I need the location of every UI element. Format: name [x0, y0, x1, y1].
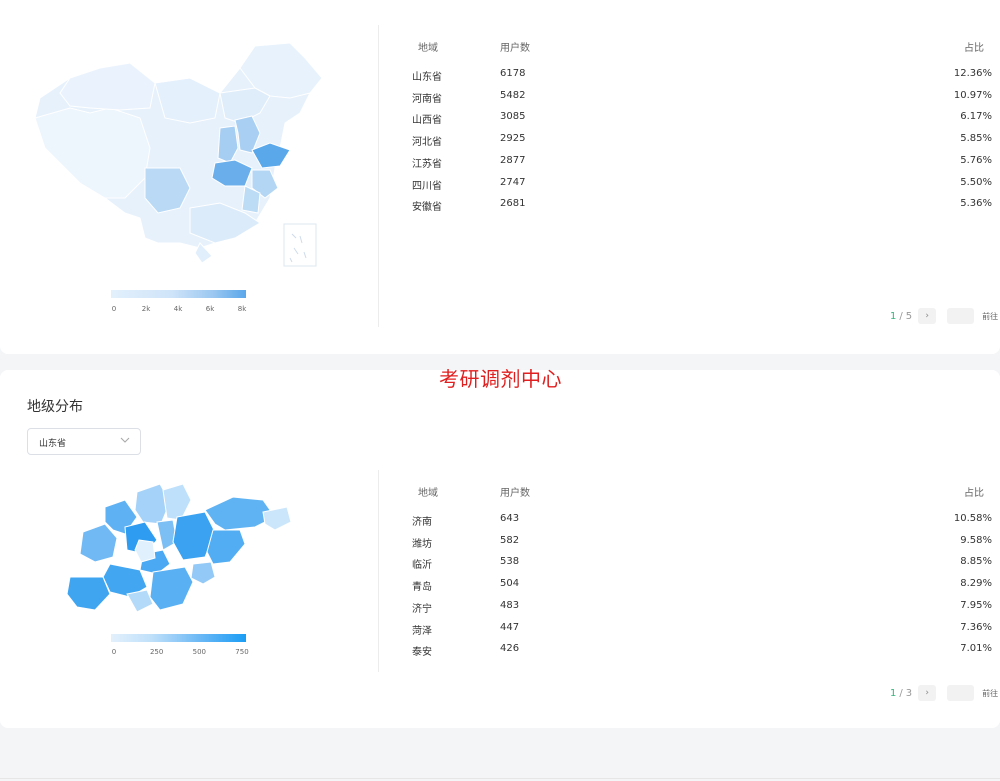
- row-users: 2925: [500, 133, 526, 145]
- row-region: 山东省: [412, 72, 442, 83]
- footer-divider: [0, 778, 1000, 779]
- watermark: 考研调剂中心: [439, 367, 562, 391]
- china-map[interactable]: [30, 38, 330, 270]
- city-pagination: 1 / 3 › 前往: [890, 685, 998, 701]
- chevron-right-icon: ›: [925, 688, 929, 698]
- table-row[interactable]: 安徽省 2681 5.36%: [412, 193, 992, 215]
- jump-label[interactable]: 前往: [982, 688, 998, 699]
- row-ratio: 8.85%: [960, 556, 992, 568]
- map-table-divider: [378, 25, 379, 327]
- table-row[interactable]: 山东省 6178 12.36%: [412, 63, 992, 85]
- table-row[interactable]: 济宁 483 7.95%: [412, 595, 992, 617]
- column-users: 用户数: [500, 488, 530, 499]
- table-row[interactable]: 河南省 5482 10.97%: [412, 85, 992, 107]
- column-ratio: 占比: [964, 488, 984, 499]
- table-header: 地域 用户数 占比: [412, 35, 992, 55]
- chevron-down-icon: [120, 433, 132, 447]
- page-jump-input[interactable]: [947, 685, 975, 701]
- row-users: 426: [500, 643, 520, 655]
- table-row[interactable]: 泰安 426 7.01%: [412, 638, 992, 660]
- row-region: 河南省: [412, 93, 442, 105]
- row-region: 济南: [412, 517, 432, 528]
- next-page-button[interactable]: ›: [918, 685, 937, 701]
- table-row[interactable]: 临沂 538 8.85%: [412, 551, 992, 573]
- table-row[interactable]: 青岛 504 8.29%: [412, 573, 992, 595]
- table-row[interactable]: 山西省 3085 6.17%: [412, 106, 992, 128]
- row-users: 2877: [500, 154, 526, 166]
- row-users: 447: [500, 621, 520, 633]
- row-ratio: 8.29%: [960, 578, 992, 590]
- row-region: 潍坊: [412, 538, 432, 550]
- section-title: 地级分布: [27, 399, 83, 415]
- city-table: 地域 用户数 占比 济南 643 10.58% 潍坊 582 9.58% 临沂 …: [412, 480, 992, 660]
- page-jump-input[interactable]: [947, 308, 975, 324]
- total-pages: 3: [905, 687, 913, 699]
- row-ratio: 7.01%: [960, 643, 992, 655]
- row-users: 643: [500, 513, 520, 524]
- row-users: 504: [500, 578, 520, 590]
- chevron-right-icon: ›: [925, 311, 929, 321]
- table-row[interactable]: 河北省 2925 5.85%: [412, 128, 992, 150]
- row-region: 四川省: [412, 180, 442, 192]
- row-ratio: 7.36%: [960, 621, 992, 633]
- row-ratio: 10.97%: [953, 89, 992, 101]
- table-row[interactable]: 济南 643 10.58%: [412, 508, 992, 530]
- total-pages: 5: [905, 310, 913, 322]
- province-table: 地域 用户数 占比 山东省 6178 12.36% 河南省 5482 10.97…: [412, 35, 992, 215]
- province-select[interactable]: 山东省: [27, 428, 141, 455]
- column-region: 地域: [418, 43, 438, 54]
- row-users: 3085: [500, 111, 526, 123]
- table-row[interactable]: 潍坊 582 9.58%: [412, 530, 992, 552]
- city-legend-ticks: 0 250 500 750: [111, 648, 249, 656]
- select-value: 山东省: [39, 439, 67, 449]
- next-page-button[interactable]: ›: [918, 308, 937, 324]
- row-ratio: 6.17%: [960, 111, 992, 123]
- row-users: 6178: [500, 68, 526, 79]
- row-region: 泰安: [412, 647, 432, 659]
- row-users: 538: [500, 556, 520, 568]
- page-separator: /: [899, 687, 903, 699]
- province-distribution-card: 0 2k 4k 6k 8k 地域 用户数 占比 山东省 6178 12.36% …: [0, 0, 1000, 354]
- row-ratio: 7.95%: [960, 599, 992, 611]
- shandong-map[interactable]: [65, 482, 293, 622]
- table-row[interactable]: 江苏省 2877 5.76%: [412, 150, 992, 172]
- map-table-divider: [378, 470, 379, 672]
- row-ratio: 9.58%: [960, 534, 992, 546]
- row-region: 山西省: [412, 115, 442, 127]
- table-row[interactable]: 四川省 2747 5.50%: [412, 172, 992, 194]
- current-page: 1: [890, 310, 897, 322]
- row-region: 安徽省: [412, 202, 442, 214]
- row-region: 临沂: [412, 560, 432, 572]
- row-users: 582: [500, 534, 520, 546]
- row-users: 2747: [500, 176, 526, 188]
- row-region: 江苏省: [412, 158, 442, 170]
- column-users: 用户数: [500, 43, 530, 54]
- row-ratio: 5.85%: [960, 133, 992, 145]
- row-users: 5482: [500, 89, 526, 101]
- city-legend-gradient[interactable]: [111, 634, 246, 642]
- row-ratio: 5.36%: [960, 198, 992, 210]
- row-users: 483: [500, 599, 520, 611]
- row-region: 济宁: [412, 603, 432, 615]
- row-region: 青岛: [412, 582, 432, 594]
- row-users: 2681: [500, 198, 526, 210]
- row-region: 河北省: [412, 137, 442, 149]
- current-page: 1: [890, 687, 897, 699]
- column-region: 地域: [418, 488, 438, 499]
- row-ratio: 5.76%: [960, 154, 992, 166]
- country-legend-gradient[interactable]: [111, 290, 246, 298]
- country-legend-ticks: 0 2k 4k 6k 8k: [111, 305, 247, 313]
- row-ratio: 10.58%: [953, 513, 992, 524]
- table-row[interactable]: 菏泽 447 7.36%: [412, 617, 992, 639]
- column-ratio: 占比: [964, 43, 984, 54]
- row-region: 菏泽: [412, 625, 432, 637]
- page-separator: /: [899, 310, 903, 322]
- table-header: 地域 用户数 占比: [412, 480, 992, 500]
- jump-label[interactable]: 前往: [982, 311, 998, 322]
- province-pagination: 1 / 5 › 前往: [890, 308, 998, 324]
- row-ratio: 5.50%: [960, 176, 992, 188]
- row-ratio: 12.36%: [953, 68, 992, 79]
